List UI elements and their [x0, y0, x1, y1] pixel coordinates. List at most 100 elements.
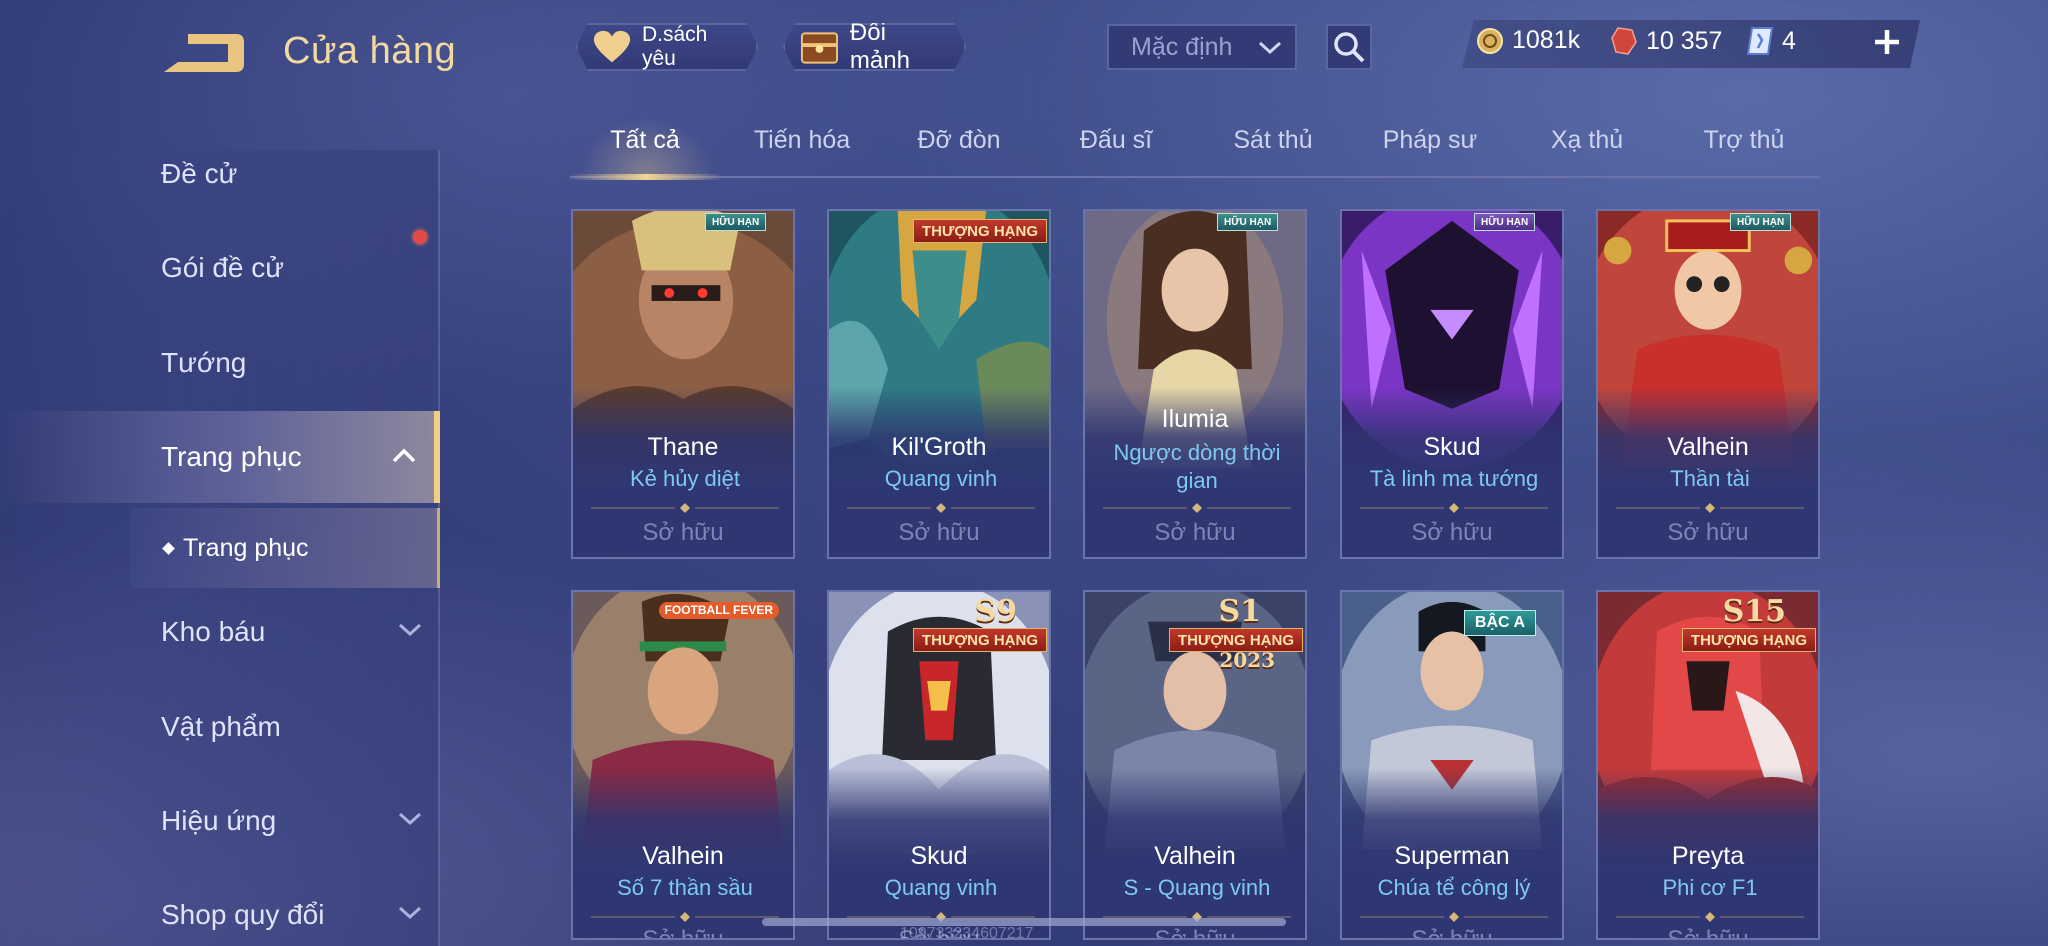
- skin-card[interactable]: HỮU HẠN Thane Kẻ hủy diệt Sở hữu: [571, 209, 795, 559]
- skin-name: S - Quang vinh: [1123, 875, 1271, 900]
- season-label: S1: [1218, 594, 1261, 629]
- sidebar-item-label: Gói đề cử: [161, 252, 285, 283]
- season-label: S9: [974, 594, 1017, 629]
- owned-status: Sở hữu: [642, 926, 724, 940]
- owned-status: Sở hữu: [1411, 926, 1493, 940]
- sidebar-item-featured-packs[interactable]: Gói đề cử: [0, 222, 440, 314]
- sidebar-item-effects[interactable]: Hiệu ứng: [0, 775, 440, 867]
- active-tab-underline: [570, 174, 723, 180]
- chevron-down-icon: [398, 623, 422, 637]
- chevron-down-icon: [1258, 41, 1282, 55]
- tab-all[interactable]: Tất cả: [570, 126, 720, 155]
- sidebar-item-heroes[interactable]: Tướng: [0, 317, 440, 409]
- sidebar-item-exchange-shop[interactable]: Shop quy đổi: [0, 869, 440, 946]
- sidebar-item-label: Tướng: [161, 347, 247, 378]
- owned-status: Sở hữu: [1154, 926, 1236, 940]
- treasure-chest-icon: [799, 27, 840, 67]
- sidebar-item-treasure[interactable]: Kho báu: [0, 586, 440, 678]
- card-divider: [1360, 912, 1548, 922]
- premium-badge: THƯỢNG HẠNG: [912, 219, 1047, 243]
- favorites-label: D.sách yêu: [641, 23, 708, 70]
- tab-assassin[interactable]: Sát thủ: [1198, 126, 1348, 155]
- sidebar-item-label: Vật phẩm: [161, 711, 281, 742]
- skin-card[interactable]: HỮU HẠN Skud Tà linh ma tướng Sở hữu: [1340, 209, 1564, 559]
- owned-status: Sở hữu: [1667, 519, 1749, 546]
- tab-marksman[interactable]: Xạ thủ: [1512, 126, 1662, 155]
- skin-card[interactable]: HỮU HẠN Ilumia Ngược dòng thời gian Sở h…: [1083, 209, 1307, 559]
- skin-card[interactable]: THƯỢNG HẠNG Kil'Groth Quang vinh Sở hữu: [827, 209, 1051, 559]
- skin-card[interactable]: BẬC A Superman Chúa tể công lý Sở hữu: [1340, 590, 1564, 940]
- year-label: 2023: [1219, 648, 1275, 672]
- sidebar-item-skins[interactable]: Trang phục: [0, 411, 440, 503]
- skin-name: Quang vinh: [884, 875, 998, 900]
- category-tabs: Tất cả Tiến hóa Đỡ đòn Đấu sĩ Sát thủ Ph…: [570, 118, 1820, 180]
- exchange-shards-button[interactable]: Đổi mảnh: [783, 23, 966, 71]
- page-title: Cửa hàng: [283, 30, 457, 72]
- tier-badge: BẬC A: [1463, 610, 1536, 636]
- hero-name: Valhein: [1667, 433, 1749, 461]
- voucher-amount: 4: [1782, 26, 1796, 55]
- skin-card[interactable]: HỮU HẠN Valhein Thần tài Sở hữu: [1596, 209, 1820, 559]
- ruby-currency: 10 357: [1610, 26, 1722, 56]
- skin-name: Thần tài: [1670, 466, 1750, 491]
- sidebar-item-label: Kho báu: [161, 616, 266, 647]
- sidebar-subitem-skins[interactable]: Trang phục: [130, 508, 440, 588]
- owned-status: Sở hữu: [642, 519, 724, 546]
- hero-name: Preyta: [1671, 842, 1745, 870]
- tab-support[interactable]: Trợ thủ: [1669, 126, 1819, 155]
- card-divider: [1616, 912, 1804, 922]
- hero-name: Ilumia: [1161, 405, 1229, 433]
- skin-name: Số 7 thần sầu: [617, 875, 753, 900]
- skin-card[interactable]: S9 THƯỢNG HẠNG Skud Quang vinh Sở hữu: [827, 590, 1051, 940]
- watermark: 109733234607217: [900, 925, 1034, 942]
- hero-name: Valhein: [1154, 842, 1236, 870]
- skin-name: Ngược dòng thời gian: [1113, 440, 1281, 493]
- skin-card[interactable]: S1 THƯỢNG HẠNG 2023 Valhein S - Quang vi…: [1083, 590, 1307, 940]
- skin-name: Quang vinh: [884, 466, 998, 491]
- voucher-icon: [1746, 27, 1774, 55]
- favorites-button[interactable]: D.sách yêu: [576, 23, 758, 71]
- owned-status: Sở hữu: [1667, 926, 1749, 940]
- tab-tank[interactable]: Đỡ đòn: [884, 126, 1034, 155]
- chevron-up-icon: [392, 448, 416, 463]
- skin-card[interactable]: S15 THƯỢNG HẠNG Preyta Phi cơ F1 Sở hữu: [1596, 590, 1820, 940]
- skin-name: Kẻ hủy diệt: [629, 466, 741, 491]
- sidebar-item-label: Hiệu ứng: [161, 805, 277, 836]
- hero-name: Skud: [910, 842, 968, 870]
- sidebar-item-featured[interactable]: Đề cử: [0, 128, 440, 220]
- tab-mage[interactable]: Pháp sư: [1355, 126, 1505, 155]
- card-divider: [847, 503, 1035, 513]
- sidebar-subitem-label: Trang phục: [183, 533, 309, 562]
- owned-status: Sở hữu: [898, 519, 980, 546]
- hero-name: Valhein: [642, 842, 724, 870]
- search-icon: [1334, 32, 1365, 63]
- voucher-currency: 4: [1746, 26, 1796, 56]
- tab-fighter[interactable]: Đấu sĩ: [1041, 126, 1191, 155]
- gold-coin-icon: [1477, 27, 1503, 54]
- limited-badge: HỮU HẠN: [1474, 213, 1536, 231]
- limited-badge: HỮU HẠN: [1217, 213, 1279, 231]
- search-button[interactable]: [1326, 24, 1372, 70]
- tab-evolution[interactable]: Tiến hóa: [727, 126, 877, 155]
- diamond-bullet-icon: [162, 541, 175, 555]
- skin-card[interactable]: FOOTBALL FEVER Valhein Số 7 thần sầu Sở …: [571, 590, 795, 940]
- back-arrow-icon[interactable]: [158, 28, 248, 78]
- skin-name: Tà linh ma tướng: [1369, 466, 1539, 491]
- card-divider: [591, 912, 779, 922]
- event-tag: FOOTBALL FEVER: [658, 602, 779, 619]
- chevron-down-icon: [398, 906, 422, 920]
- hero-name: Skud: [1423, 433, 1481, 461]
- sort-dropdown[interactable]: Mặc định: [1107, 24, 1297, 70]
- sidebar-item-label: Trang phục: [161, 441, 302, 472]
- hero-name: Kil'Groth: [891, 433, 987, 461]
- skin-name: Chúa tể công lý: [1377, 875, 1531, 900]
- card-divider: [1103, 503, 1291, 513]
- limited-badge: HỮU HẠN: [1730, 213, 1792, 231]
- ruby-icon: [1611, 27, 1637, 55]
- add-currency-icon[interactable]: [1870, 24, 1904, 60]
- ruby-amount: 10 357: [1646, 26, 1723, 55]
- sidebar-item-items[interactable]: Vật phẩm: [0, 681, 440, 773]
- sort-selected-value: Mặc định: [1131, 32, 1233, 61]
- hero-name: Superman: [1394, 842, 1510, 870]
- limited-badge: HỮU HẠN: [705, 213, 767, 231]
